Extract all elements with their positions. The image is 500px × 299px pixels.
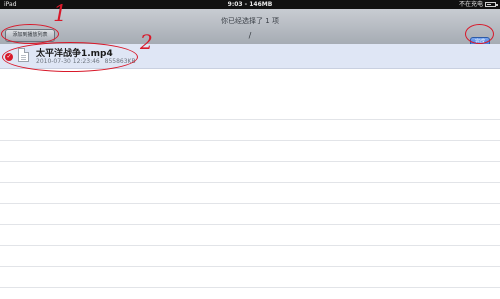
battery-status: 不在充电 bbox=[458, 0, 498, 9]
file-list bbox=[0, 50, 500, 299]
row-divider bbox=[0, 203, 500, 204]
document-icon bbox=[18, 48, 29, 62]
battery-icon bbox=[485, 2, 498, 7]
checkmark-icon[interactable]: ✓ bbox=[5, 53, 13, 61]
row-divider bbox=[0, 140, 500, 141]
file-size: 855863KB bbox=[104, 58, 136, 65]
file-meta: 2010-07-30 12:23:46 855863KB bbox=[36, 58, 136, 65]
row-divider bbox=[0, 119, 500, 120]
selection-count-title: 你已经选择了 1 项 bbox=[221, 17, 279, 25]
charging-label: 不在充电 bbox=[458, 1, 483, 8]
row-divider bbox=[0, 287, 500, 288]
current-path: / bbox=[248, 31, 252, 40]
row-divider bbox=[0, 224, 500, 225]
status-bar: iPad 9:03 - 146MB 不在充电 bbox=[0, 0, 500, 9]
file-date: 2010-07-30 12:23:46 bbox=[36, 58, 100, 65]
row-divider bbox=[0, 161, 500, 162]
row-divider bbox=[0, 182, 500, 183]
row-divider bbox=[0, 266, 500, 267]
file-list-item[interactable]: ✓ 太平洋战争1.mp4 2010-07-30 12:23:46 855863K… bbox=[0, 44, 500, 69]
navigation-bar: 你已经选择了 1 项 / 添加到播放列表 完成 bbox=[0, 9, 500, 49]
row-divider bbox=[0, 245, 500, 246]
clock-storage-label: 9:03 - 146MB bbox=[227, 1, 273, 8]
add-to-playlist-button[interactable]: 添加到播放列表 bbox=[5, 29, 55, 42]
